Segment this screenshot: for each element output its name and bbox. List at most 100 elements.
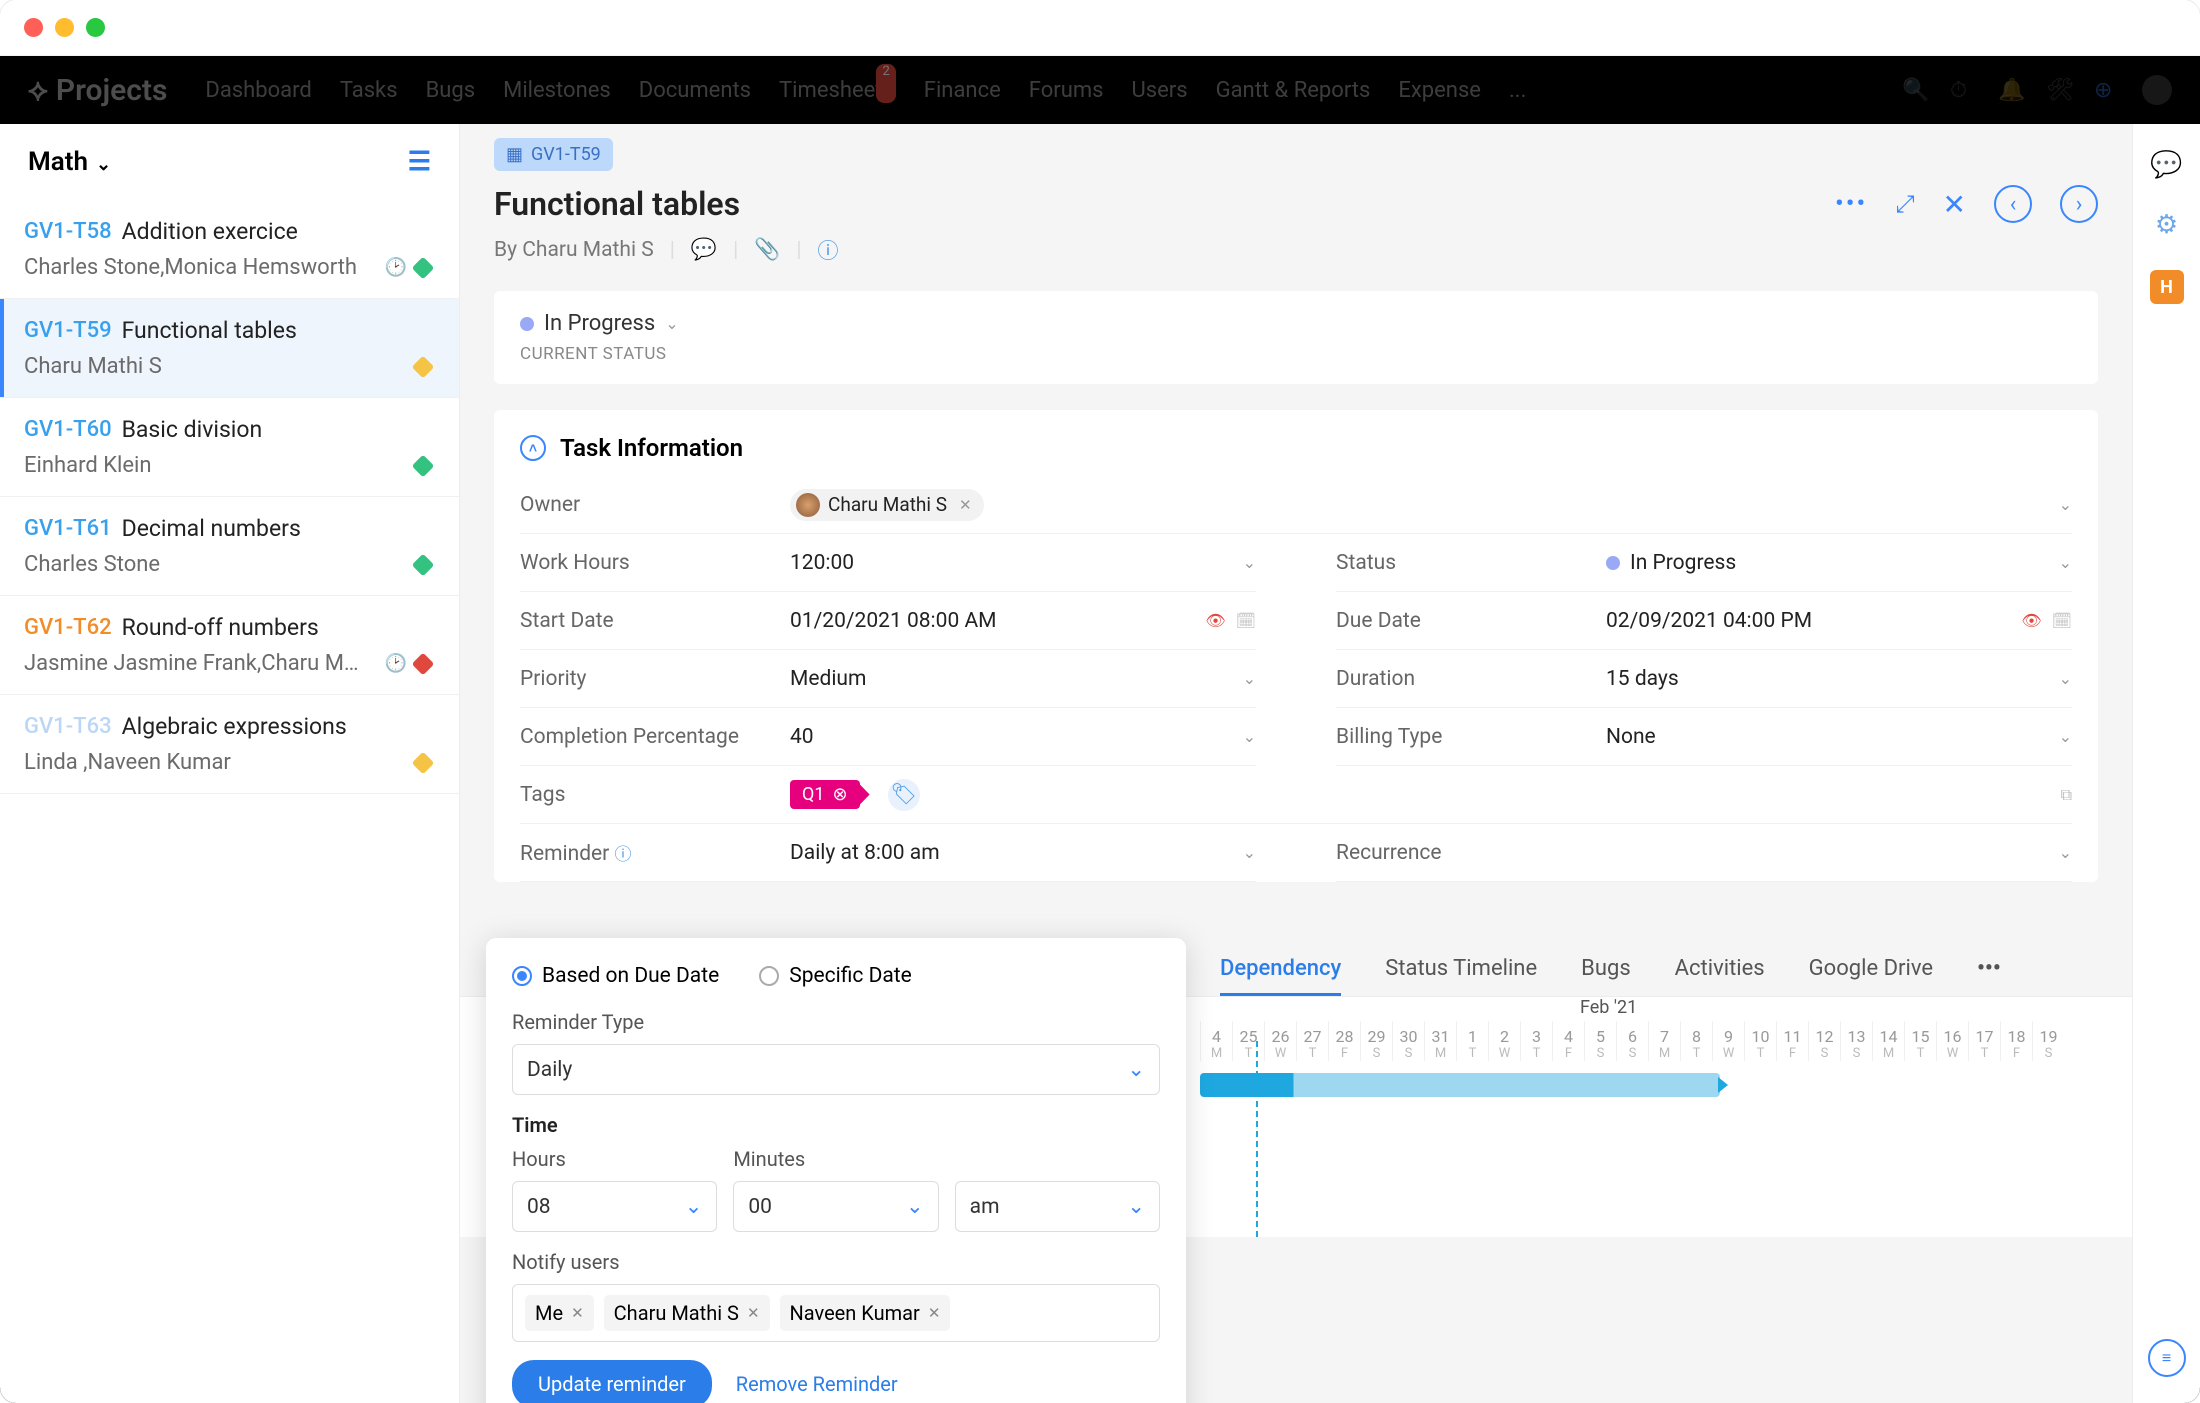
more-menu-icon[interactable]: •••: [1835, 189, 1867, 219]
gantt-day-column: 25T: [1232, 1021, 1264, 1061]
completion-value[interactable]: 40: [790, 725, 1243, 749]
chevron-down-icon[interactable]: ⌄: [2059, 843, 2072, 862]
task-list-item[interactable]: GV1-T59Functional tablesCharu Mathi S: [0, 299, 459, 398]
right-rail: 💬 ⚙ H ≡: [2132, 124, 2200, 1403]
help-icon[interactable]: H: [2150, 270, 2184, 304]
next-button[interactable]: ›: [2060, 185, 2098, 223]
reminder-value[interactable]: Daily at 8:00 am: [790, 841, 1243, 865]
user-chip[interactable]: Me✕: [525, 1295, 594, 1331]
chevron-down-icon[interactable]: ⌄: [2059, 495, 2072, 514]
info-icon[interactable]: ⓘ: [818, 235, 839, 265]
gantt-day-column: 8T: [1680, 1021, 1712, 1061]
sidebar-title[interactable]: Math⌄: [28, 147, 111, 177]
task-title: Decimal numbers: [122, 515, 301, 542]
reminder-type-select[interactable]: Daily⌄: [512, 1044, 1160, 1095]
gantt-bar[interactable]: [1200, 1073, 1720, 1097]
task-list-item[interactable]: GV1-T62Round-off numbersJasmine Jasmine …: [0, 596, 459, 695]
chevron-down-icon[interactable]: ⌄: [1243, 553, 1256, 572]
today-marker: [1256, 1041, 1258, 1237]
due-date-value[interactable]: 02/09/2021 04:00 PM: [1606, 609, 2021, 633]
gantt-day-column: 30S: [1392, 1021, 1424, 1061]
clone-icon[interactable]: ⧉: [2061, 785, 2072, 805]
calendar-icon[interactable]: 🗓: [1236, 611, 1256, 630]
gantt-day-column: 9W: [1712, 1021, 1744, 1061]
notify-users-input[interactable]: Me✕ Charu Mathi S✕ Naveen Kumar✕: [512, 1284, 1160, 1342]
duration-value[interactable]: 15 days: [1606, 667, 2059, 691]
comment-icon[interactable]: 💬: [691, 238, 717, 262]
tab-more[interactable]: •••: [1977, 956, 2001, 996]
task-list-item[interactable]: GV1-T61Decimal numbersCharles Stone: [0, 497, 459, 596]
task-people: Jasmine Jasmine Frank,Charu Mathi S,M...: [24, 651, 364, 676]
ampm-select[interactable]: am⌄: [955, 1181, 1160, 1232]
start-date-value[interactable]: 01/20/2021 08:00 AM: [790, 609, 1205, 633]
remove-reminder-button[interactable]: Remove Reminder: [736, 1372, 898, 1396]
filter-icon[interactable]: ☰: [408, 147, 431, 177]
chevron-down-icon[interactable]: ⌄: [1243, 727, 1256, 746]
task-list-item[interactable]: GV1-T60Basic divisionEinhard Klein: [0, 398, 459, 497]
status-dropdown[interactable]: In Progress ⌄: [520, 311, 2072, 336]
priority-diamond-icon: [412, 355, 435, 378]
remove-owner-icon[interactable]: ✕: [959, 496, 972, 514]
chevron-down-icon[interactable]: ⌄: [1243, 669, 1256, 688]
update-reminder-button[interactable]: Update reminder: [512, 1360, 712, 1403]
remove-user-icon[interactable]: ✕: [571, 1304, 584, 1322]
task-icon: ▦: [506, 144, 523, 165]
radio-specific-date[interactable]: Specific Date: [759, 964, 912, 988]
task-info-card: ˄ Task Information Owner Charu Mathi S: [494, 410, 2098, 882]
status-value[interactable]: In Progress: [1606, 551, 2059, 575]
status-dot-icon: [1606, 556, 1620, 570]
calendar-icon[interactable]: 🗓: [2052, 611, 2072, 630]
add-tag-icon[interactable]: 🏷: [888, 779, 920, 811]
attachment-icon[interactable]: 📎: [754, 238, 780, 262]
close-window-icon[interactable]: [24, 18, 43, 37]
priority-value[interactable]: Medium: [790, 667, 1243, 691]
chevron-down-icon[interactable]: ⌄: [2059, 669, 2072, 688]
tab-dependency[interactable]: Dependency: [1220, 956, 1341, 996]
task-list-item[interactable]: GV1-T58Addition exerciceCharles Stone,Mo…: [0, 200, 459, 299]
section-title: Task Information: [560, 434, 743, 462]
gantt-day-column: 11F: [1776, 1021, 1808, 1061]
remove-user-icon[interactable]: ✕: [747, 1304, 760, 1322]
task-list-item[interactable]: GV1-T63Algebraic expressionsLinda ,Navee…: [0, 695, 459, 794]
minimize-window-icon[interactable]: [55, 18, 74, 37]
collapse-toggle-icon[interactable]: ˄: [520, 435, 546, 461]
remove-user-icon[interactable]: ✕: [928, 1304, 941, 1322]
tab-status-timeline[interactable]: Status Timeline: [1385, 956, 1537, 996]
remove-tag-icon[interactable]: ⊗: [833, 784, 848, 805]
mac-titlebar: [0, 0, 2200, 56]
billing-value[interactable]: None: [1606, 725, 2059, 749]
gantt-day-column: 26W: [1264, 1021, 1296, 1061]
task-crumb[interactable]: ▦GV1-T59: [494, 138, 613, 171]
prev-button[interactable]: ‹: [1994, 185, 2032, 223]
extension-icon[interactable]: ⚙: [2155, 210, 2178, 240]
expand-icon[interactable]: ⤢: [1895, 190, 1914, 218]
owner-chip[interactable]: Charu Mathi S ✕: [790, 489, 984, 521]
radio-due-date[interactable]: Based on Due Date: [512, 964, 719, 988]
user-chip[interactable]: Naveen Kumar✕: [780, 1295, 951, 1331]
gantt-day-column: 31M: [1424, 1021, 1456, 1061]
tab-activities[interactable]: Activities: [1675, 956, 1765, 996]
tab-bugs[interactable]: Bugs: [1581, 956, 1631, 996]
tab-google-drive[interactable]: Google Drive: [1809, 956, 1933, 996]
user-chip[interactable]: Charu Mathi S✕: [604, 1295, 770, 1331]
chat-icon[interactable]: 💬: [2150, 150, 2182, 180]
minutes-select[interactable]: 00⌄: [733, 1181, 938, 1232]
chevron-down-icon[interactable]: ⌄: [1243, 843, 1256, 862]
work-hours-value[interactable]: 120:00: [790, 551, 1243, 575]
fab-menu-icon[interactable]: ≡: [2148, 1339, 2186, 1377]
notify-users-label: Notify users: [512, 1250, 1160, 1274]
time-label: Time: [512, 1113, 1160, 1137]
tag-chip[interactable]: Q1⊗: [790, 780, 860, 809]
chevron-down-icon[interactable]: ⌄: [2059, 727, 2072, 746]
radio-label: Based on Due Date: [542, 964, 719, 988]
close-icon[interactable]: ✕: [1943, 188, 1966, 221]
gantt-day-column: 29S: [1360, 1021, 1392, 1061]
maximize-window-icon[interactable]: [86, 18, 105, 37]
hours-select[interactable]: 08⌄: [512, 1181, 717, 1232]
gantt-day-column: 6S: [1616, 1021, 1648, 1061]
info-icon[interactable]: ⓘ: [615, 845, 632, 865]
gantt-chart: Feb '21 4M25T26W27T28F29S30S31M1T2W3T4F5…: [1200, 997, 2132, 1237]
gantt-day-column: 14M: [1872, 1021, 1904, 1061]
chevron-down-icon[interactable]: ⌄: [2059, 553, 2072, 572]
avatar-icon: [796, 493, 820, 517]
